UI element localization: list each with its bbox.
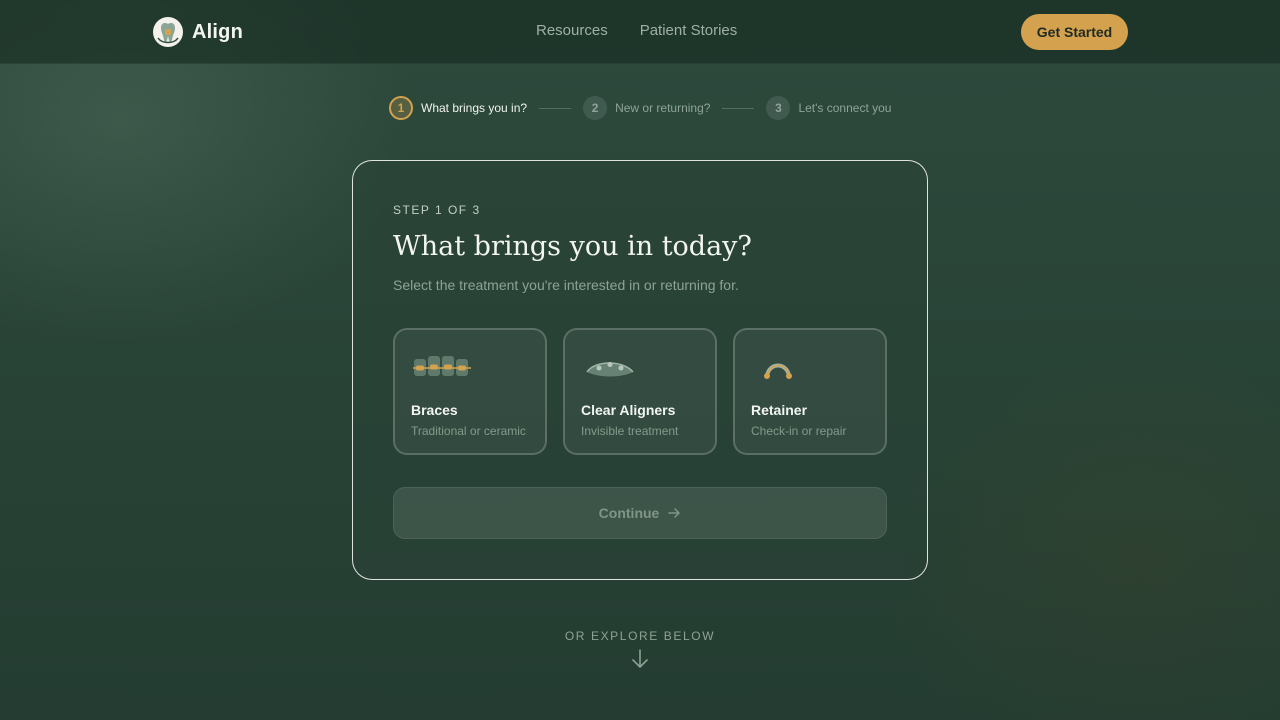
option-title: Retainer (751, 402, 808, 418)
option-clear-aligners[interactable]: Clear Aligners Invisible treatment (563, 328, 717, 455)
main-nav: Resources Patient Stories (536, 22, 737, 39)
treatment-selection-card: STEP 1 OF 3 What brings you in today? Se… (352, 160, 928, 580)
explore-below-label: OR EXPLORE BELOW (564, 629, 716, 643)
brand-name: Align (192, 20, 243, 43)
step-2-label: New or returning? (615, 101, 711, 115)
step-2: 2 New or returning? (583, 96, 710, 120)
top-header: Align Resources Patient Stories Get Star… (0, 0, 1280, 64)
option-subtitle: Check-in or repair (751, 424, 847, 438)
braces-icon (413, 356, 471, 376)
step-2-number: 2 (583, 96, 608, 120)
nav-item-resources[interactable]: Resources (536, 22, 608, 39)
option-subtitle: Traditional or ceramic (411, 424, 526, 438)
option-retainer[interactable]: Retainer Check-in or repair (733, 328, 887, 455)
step-divider (539, 107, 572, 109)
step-3-label: Let's connect you (798, 101, 892, 115)
step-eyebrow: STEP 1 OF 3 (393, 203, 481, 217)
card-subtitle: Select the treatment you're interested i… (393, 277, 739, 293)
progress-stepper: 1 What brings you in? 2 New or returning… (389, 96, 891, 120)
tooth-icon (153, 17, 183, 47)
brand-logo[interactable]: Align (152, 16, 243, 48)
card-title: What brings you in today? (393, 231, 752, 262)
step-divider (722, 107, 755, 109)
get-started-button[interactable]: Get Started (1021, 14, 1128, 50)
step-1-label: What brings you in? (421, 101, 528, 115)
step-3-number: 3 (766, 96, 791, 120)
option-title: Braces (411, 402, 458, 418)
continue-label: Continue (598, 505, 660, 521)
aligner-icon (586, 362, 634, 377)
step-3: 3 Let's connect you (766, 96, 891, 120)
step-1-number: 1 (389, 96, 413, 120)
arrow-right-icon (668, 508, 681, 518)
continue-button[interactable]: Continue (393, 487, 887, 539)
retainer-icon (764, 363, 792, 379)
step-1: 1 What brings you in? (389, 96, 527, 120)
arrow-down-icon[interactable] (630, 648, 650, 670)
option-subtitle: Invisible treatment (581, 424, 679, 438)
option-title: Clear Aligners (581, 402, 676, 418)
treatment-options: Braces Traditional or ceramic Clear Alig… (393, 328, 887, 455)
option-braces[interactable]: Braces Traditional or ceramic (393, 328, 547, 455)
nav-item-patient-stories[interactable]: Patient Stories (640, 22, 738, 39)
